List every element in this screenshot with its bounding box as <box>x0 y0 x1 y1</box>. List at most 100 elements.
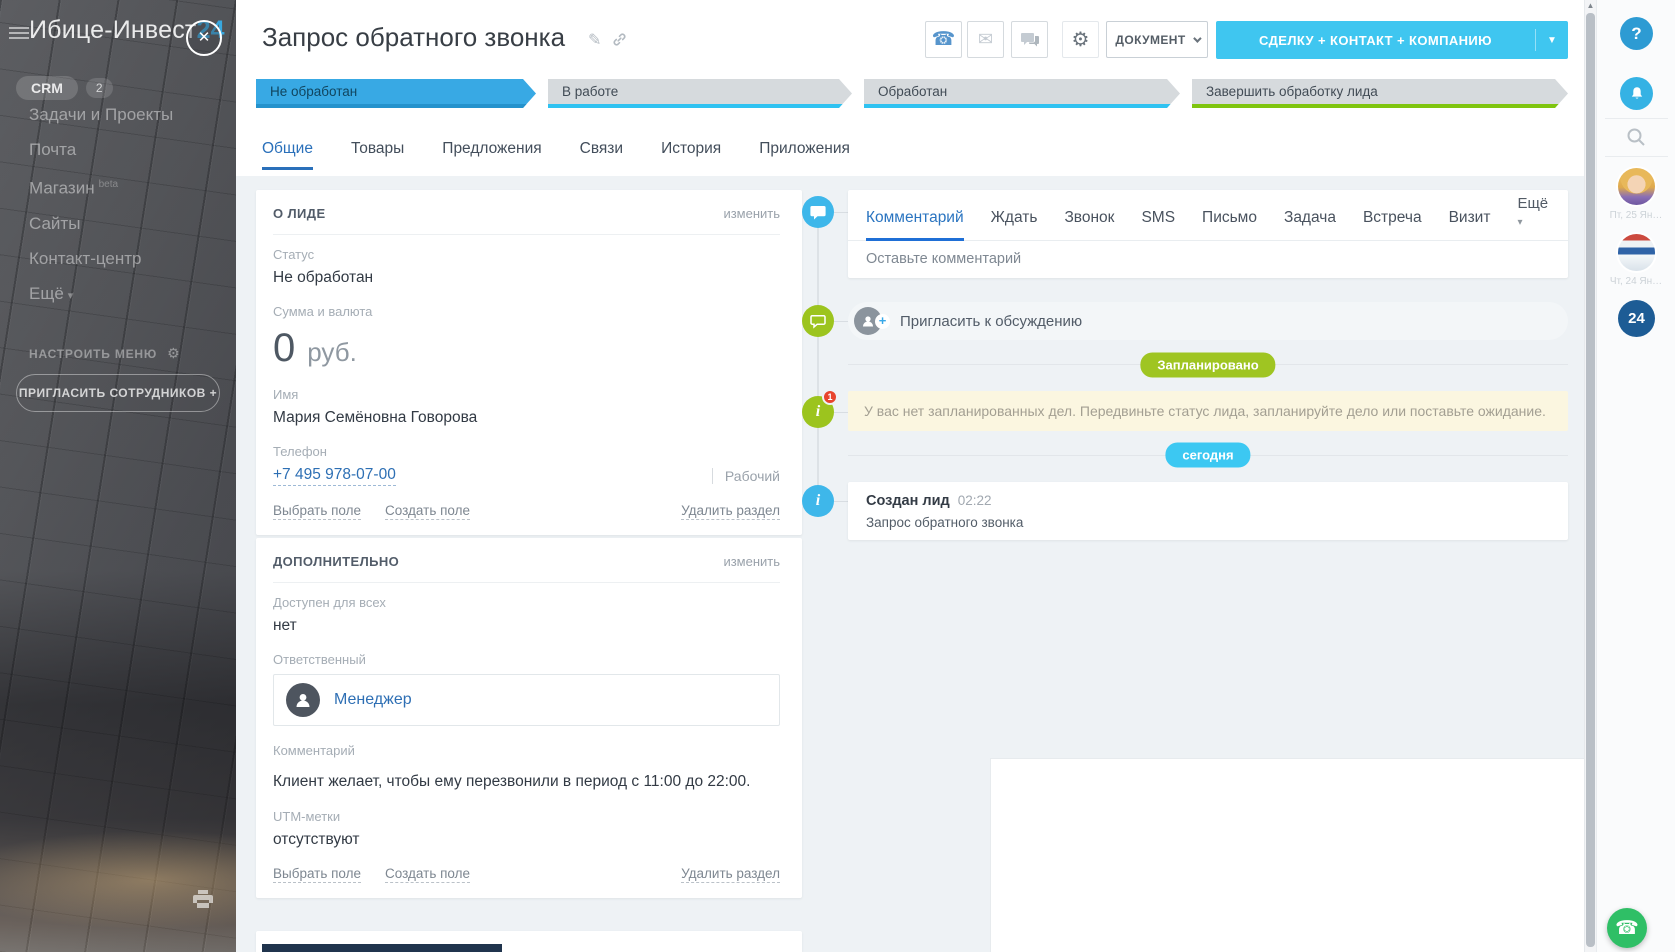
sidebar-item-mail[interactable]: Почта <box>29 141 173 159</box>
no-tasks-notice: У вас нет запланированных дел. Передвинь… <box>848 391 1568 431</box>
sidebar-item-crm[interactable]: CRM <box>16 76 78 100</box>
assignee-name-link[interactable]: Менеджер <box>334 691 412 709</box>
add-user-icon: + <box>854 307 882 335</box>
copy-link-icon[interactable] <box>612 32 627 52</box>
chat-date-label: Чт, 24 Ян… <box>1597 276 1675 287</box>
chat-avatar-bot[interactable] <box>1618 234 1655 271</box>
timeline-tab-comment[interactable]: Комментарий <box>866 209 964 241</box>
scrollbar-thumb[interactable] <box>1586 13 1595 947</box>
stage-finish-processing[interactable]: Завершить обработку лида <box>1192 79 1568 108</box>
page-title: Запрос обратного звонка <box>262 22 565 53</box>
notifications-bell-button[interactable] <box>1620 77 1653 110</box>
entry-text: Запрос обратного звонка <box>866 515 1550 530</box>
sidebar-item-sites[interactable]: Сайты <box>29 215 173 233</box>
crm-counter-badge[interactable]: 2 <box>86 78 113 98</box>
timeline-tab-more[interactable]: Ещё ▾ <box>1517 195 1550 240</box>
tab-applications[interactable]: Приложения <box>759 140 850 170</box>
create-field-link[interactable]: Создать поле <box>385 503 470 520</box>
chevron-down-icon: ▾ <box>1517 217 1522 228</box>
create-deal-contact-company-button[interactable]: СДЕЛКУ + КОНТАКТ + КОМПАНИЮ ▼ <box>1216 21 1568 59</box>
comment-field: Комментарий Клиент желает, чтобы ему пер… <box>273 743 780 792</box>
delete-section-link[interactable]: Удалить раздел <box>681 503 780 520</box>
comment-bubble-icon <box>802 196 834 228</box>
call-button[interactable]: ☎ <box>925 21 962 58</box>
amount-field: Сумма и валюта 0 руб. <box>273 304 780 370</box>
close-menu-button[interactable]: ✕ <box>186 20 222 56</box>
tab-products[interactable]: Товары <box>351 140 404 170</box>
main-area: Запрос обратного звонка ✎ ☎ ✉ ⚙ ДОКУМЕНТ… <box>236 0 1584 952</box>
assignee-box: Менеджер <box>273 674 780 726</box>
sidebar-item-shop[interactable]: Магазинbeta <box>29 176 173 198</box>
bitrix24-crm-lead-page: Ибице-Инвест24 ✕ CRM 2 Задачи и Проекты … <box>0 0 1675 952</box>
stage-in-progress[interactable]: В работе <box>548 79 852 108</box>
select-field-link[interactable]: Выбрать поле <box>273 503 361 520</box>
document-button[interactable]: ДОКУМЕНТ <box>1106 21 1208 58</box>
comment-input[interactable]: Оставьте комментарий <box>848 241 1568 277</box>
sidebar-item-more[interactable]: Ещё▾ <box>29 285 173 305</box>
right-toolbar: ? Пт, 25 Ян… Чт, 24 Ян… 24 <box>1596 0 1675 952</box>
planned-badge: Запланировано <box>1140 353 1275 378</box>
stage-not-processed[interactable]: Не обработан <box>256 79 536 108</box>
timeline-tab-email[interactable]: Письмо <box>1202 209 1257 241</box>
select-field-link[interactable]: Выбрать поле <box>273 866 361 883</box>
timeline-tabs: Комментарий Ждать Звонок SMS Письмо Зада… <box>848 190 1568 241</box>
sidebar-nav: Задачи и Проекты Почта Магазинbeta Сайты… <box>29 106 173 322</box>
card-title: О ЛИДЕ <box>273 206 326 221</box>
timeline-tab-call[interactable]: Звонок <box>1064 209 1114 241</box>
invite-employees-button[interactable]: ПРИГЛАСИТЬ СОТРУДНИКОВ + <box>16 374 220 412</box>
gear-icon: ⚙ <box>167 345 180 361</box>
scroll-up-arrow[interactable]: ▲ <box>1585 1 1596 10</box>
configure-menu-button[interactable]: НАСТРОИТЬ МЕНЮ⚙ <box>29 345 180 362</box>
search-icon[interactable] <box>1625 126 1647 153</box>
timeline-entry-lead-created[interactable]: Создан лид 02:22 Запрос обратного звонка <box>848 482 1568 540</box>
edit-link[interactable]: изменить <box>723 554 780 569</box>
timeline-tab-sms[interactable]: SMS <box>1141 209 1175 241</box>
phone-type-label: Рабочий <box>712 468 780 484</box>
edit-title-icon[interactable]: ✎ <box>588 30 601 50</box>
edit-link[interactable]: изменить <box>723 206 780 221</box>
plus-icon: + <box>875 314 890 329</box>
entry-time: 02:22 <box>958 493 992 508</box>
amount-currency: руб. <box>307 337 357 368</box>
about-lead-card: О ЛИДЕ изменить Статус Не обработан Сумм… <box>256 190 802 535</box>
phone-field: Телефон +7 495 978-07-00 Рабочий <box>273 444 780 486</box>
timeline-tab-meeting[interactable]: Встреча <box>1363 209 1422 241</box>
settings-gear-button[interactable]: ⚙ <box>1062 21 1099 58</box>
discussion-bubble-icon <box>802 305 834 337</box>
stage-processed[interactable]: Обработан <box>864 79 1180 108</box>
email-button[interactable]: ✉ <box>967 21 1004 58</box>
tab-history[interactable]: История <box>661 140 721 170</box>
chat-avatar-assistant[interactable] <box>1618 168 1655 205</box>
assignee-avatar <box>286 683 320 717</box>
vertical-scrollbar[interactable]: ▲ <box>1584 0 1596 952</box>
telephony-phone-button[interactable]: ☎ <box>1607 908 1647 948</box>
name-field: Имя Мария Семёновна Говорова <box>273 387 780 427</box>
assignee-field: Ответственный Менеджер <box>273 652 780 726</box>
delete-section-link[interactable]: Удалить раздел <box>681 866 780 883</box>
tab-general[interactable]: Общие <box>262 140 313 170</box>
create-field-link[interactable]: Создать поле <box>385 866 470 883</box>
timeline-tab-wait[interactable]: Ждать <box>991 209 1038 241</box>
timeline-tab-visit[interactable]: Визит <box>1449 209 1491 241</box>
chevron-down-icon: ▾ <box>68 290 74 302</box>
chevron-down-icon: ▼ <box>1536 35 1568 46</box>
phone-number-link[interactable]: +7 495 978-07-00 <box>273 466 396 486</box>
crm-menu-row: CRM 2 <box>16 76 113 100</box>
tab-quotes[interactable]: Предложения <box>442 140 541 170</box>
timeline-tab-task[interactable]: Задача <box>1284 209 1336 241</box>
chevron-down-icon <box>1193 34 1201 42</box>
help-button[interactable]: ? <box>1620 17 1653 50</box>
printer-icon[interactable] <box>193 890 213 913</box>
card-title: ДОПОЛНИТЕЛЬНО <box>273 554 399 569</box>
sidebar-item-contact-center[interactable]: Контакт-центр <box>29 250 173 268</box>
info-icon: i <box>802 485 834 517</box>
tab-relations[interactable]: Связи <box>580 140 623 170</box>
timeline-line <box>817 228 819 486</box>
bitrix24-logo[interactable]: 24 <box>1618 300 1655 337</box>
access-field: Доступен для всех нет <box>273 595 780 635</box>
chat-button[interactable] <box>1011 21 1048 58</box>
today-badge: сегодня <box>1165 443 1250 468</box>
sidebar-item-tasks[interactable]: Задачи и Проекты <box>29 106 173 124</box>
menu-toggle-icon[interactable] <box>9 27 29 41</box>
invite-to-discussion-button[interactable]: + Пригласить к обсуждению <box>848 302 1568 340</box>
